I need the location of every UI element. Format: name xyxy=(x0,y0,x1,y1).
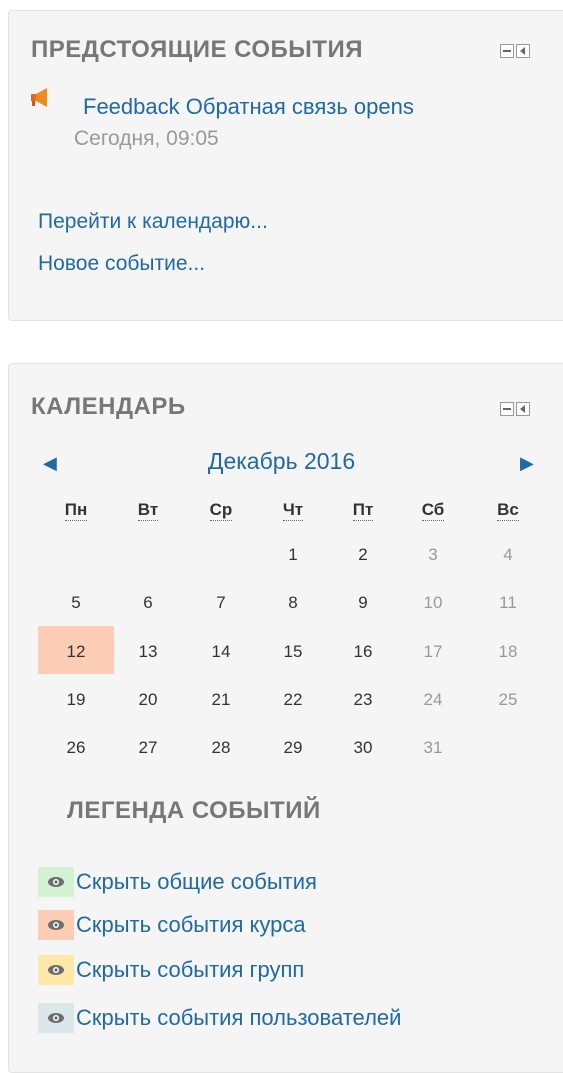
weekday-label: Пт xyxy=(352,500,374,521)
calendar-day[interactable]: 1 xyxy=(255,545,331,565)
calendar-day[interactable]: 19 xyxy=(38,690,114,710)
dock-icon[interactable] xyxy=(516,44,530,58)
legend-toggle-link[interactable]: Скрыть события пользователей xyxy=(76,1005,401,1031)
eye-icon[interactable] xyxy=(38,867,74,897)
weekday-header: Чт xyxy=(255,500,331,521)
legend-toggle-link[interactable]: Скрыть общие события xyxy=(76,869,317,895)
calendar-day[interactable]: 14 xyxy=(183,642,259,662)
eye-icon[interactable] xyxy=(38,910,74,940)
weekday-label: Вт xyxy=(137,500,159,521)
weekday-header: Пт xyxy=(325,500,401,521)
calendar-day[interactable]: 31 xyxy=(395,738,471,758)
weekday-label: Сб xyxy=(421,500,445,521)
weekday-label: Ср xyxy=(209,500,233,521)
calendar-day[interactable]: 24 xyxy=(395,690,471,710)
calendar-block-controls xyxy=(500,402,530,416)
calendar-day[interactable]: 15 xyxy=(255,642,331,662)
calendar-day[interactable]: 30 xyxy=(325,738,401,758)
calendar-day[interactable]: 23 xyxy=(325,690,401,710)
calendar-day[interactable]: 13 xyxy=(110,642,186,662)
month-title[interactable]: Декабрь 2016 xyxy=(0,448,563,475)
calendar-day[interactable]: 21 xyxy=(183,690,259,710)
legend-title: ЛЕГЕНДА СОБЫТИЙ xyxy=(67,797,321,824)
calendar-day[interactable]: 7 xyxy=(183,593,259,613)
legend-item[interactable]: Скрыть события групп xyxy=(38,955,304,985)
calendar-day[interactable]: 5 xyxy=(38,593,114,613)
next-month-icon[interactable]: ▶ xyxy=(520,453,534,474)
weekday-header: Вт xyxy=(110,500,186,521)
calendar-day[interactable]: 11 xyxy=(470,593,546,613)
calendar-day[interactable]: 16 xyxy=(325,642,401,662)
calendar-day[interactable]: 28 xyxy=(183,738,259,758)
megaphone-icon xyxy=(31,88,47,107)
calendar-day[interactable]: 25 xyxy=(470,690,546,710)
eye-icon[interactable] xyxy=(38,1003,74,1033)
legend-item[interactable]: Скрыть события пользователей xyxy=(38,1003,401,1033)
legend-toggle-link[interactable]: Скрыть события курса xyxy=(76,912,306,938)
calendar-day[interactable]: 18 xyxy=(470,642,546,662)
weekday-header: Ср xyxy=(183,500,259,521)
legend-item[interactable]: Скрыть общие события xyxy=(38,867,317,897)
calendar-day[interactable]: 29 xyxy=(255,738,331,758)
calendar-day[interactable]: 3 xyxy=(395,545,471,565)
calendar-day-today[interactable]: 12 xyxy=(38,642,114,662)
weekday-header: Пн xyxy=(38,500,114,521)
weekday-header: Вс xyxy=(470,500,546,521)
weekday-label: Чт xyxy=(282,500,304,521)
calendar-day[interactable]: 22 xyxy=(255,690,331,710)
minimize-icon[interactable] xyxy=(500,402,514,416)
goto-calendar-link[interactable]: Перейти к календарю... xyxy=(38,210,268,234)
calendar-day[interactable]: 17 xyxy=(395,642,471,662)
calendar-day[interactable]: 27 xyxy=(110,738,186,758)
month-link[interactable]: Декабрь 2016 xyxy=(208,448,355,474)
new-event-link[interactable]: Новое событие... xyxy=(38,252,205,276)
dock-icon[interactable] xyxy=(516,402,530,416)
calendar-day[interactable]: 4 xyxy=(470,545,546,565)
calendar-day[interactable]: 2 xyxy=(325,545,401,565)
minimize-icon[interactable] xyxy=(500,44,514,58)
calendar-day[interactable]: 10 xyxy=(395,593,471,613)
calendar-day[interactable]: 9 xyxy=(325,593,401,613)
calendar-day[interactable]: 6 xyxy=(110,593,186,613)
calendar-title: КАЛЕНДАРЬ xyxy=(31,393,186,420)
weekday-label: Вс xyxy=(497,500,519,521)
upcoming-block-controls xyxy=(500,44,530,58)
upcoming-events-title: ПРЕДСТОЯЩИЕ СОБЫТИЯ xyxy=(31,36,363,63)
legend-toggle-link[interactable]: Скрыть события групп xyxy=(76,957,304,983)
calendar-day[interactable]: 8 xyxy=(255,593,331,613)
weekday-label: Пн xyxy=(64,500,88,521)
legend-item[interactable]: Скрыть события курса xyxy=(38,910,306,940)
eye-icon[interactable] xyxy=(38,955,74,985)
weekday-header: Сб xyxy=(395,500,471,521)
calendar-day[interactable]: 26 xyxy=(38,738,114,758)
event-time: Сегодня, 09:05 xyxy=(74,127,219,150)
calendar-day[interactable]: 20 xyxy=(110,690,186,710)
event-link[interactable]: Feedback Обратная связь opens xyxy=(83,94,414,120)
